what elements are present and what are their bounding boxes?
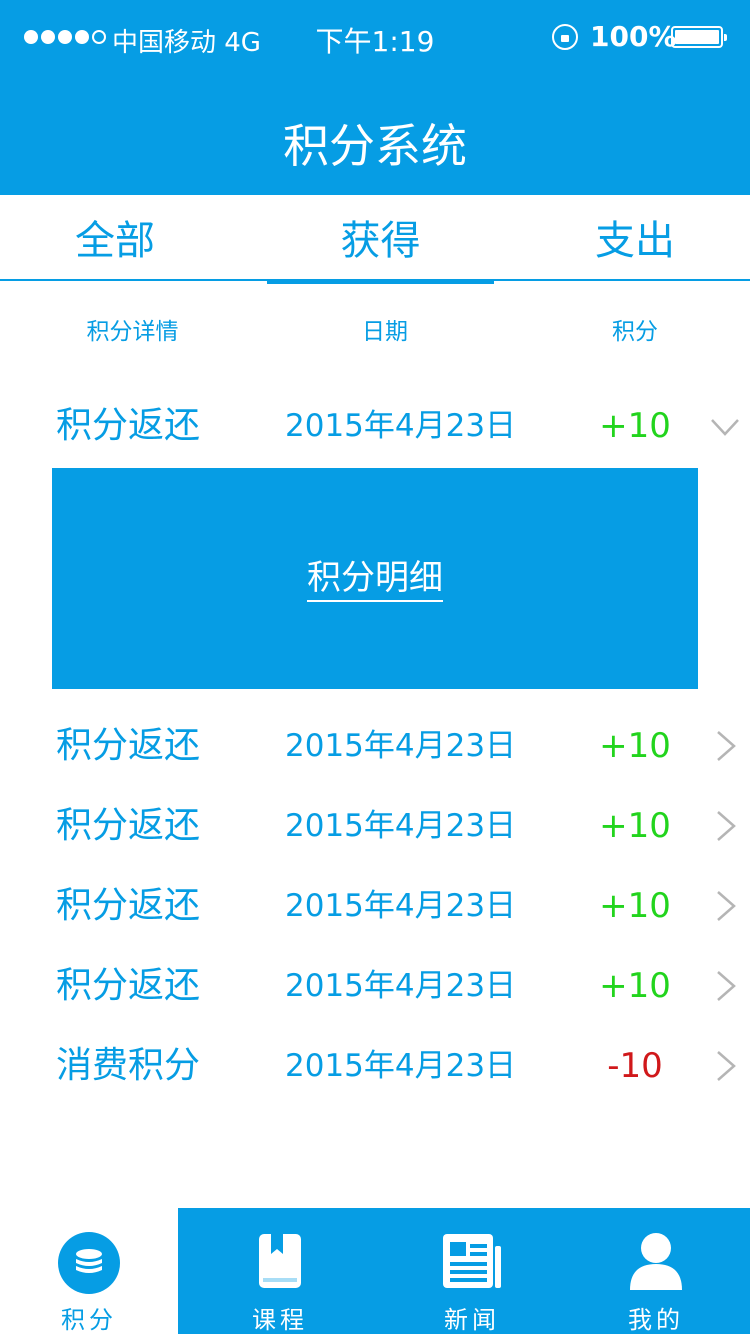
row-points: +10 <box>599 886 671 926</box>
chevron-right-icon[interactable] <box>710 968 740 1004</box>
tab-spend[interactable]: 支出 <box>550 195 720 281</box>
row-date: 2015年4月23日 <box>285 888 517 924</box>
list-row-expanded[interactable]: 积分返还 2015年4月23日 +10 <box>0 396 750 456</box>
row-description: 积分返还 <box>56 965 201 1006</box>
row-date: 2015年4月23日 <box>285 808 517 844</box>
nav-label-points: 积分 <box>61 1306 117 1334</box>
row-date: 2015年4月23日 <box>285 968 517 1004</box>
row-description: 积分返还 <box>56 405 201 446</box>
nav-label-news: 新闻 <box>444 1306 500 1334</box>
tab-earned[interactable]: 获得 <box>267 195 494 281</box>
nav-item-mine[interactable]: 我的 <box>562 1208 750 1334</box>
nav-item-points[interactable]: 积分 <box>0 1208 178 1334</box>
row-description: 消费积分 <box>56 1045 201 1086</box>
row-points: +10 <box>599 966 671 1006</box>
nav-item-course[interactable]: 课程 <box>178 1208 382 1334</box>
chevron-right-icon[interactable] <box>710 808 740 844</box>
battery-percent: 100% <box>590 20 677 53</box>
nav-label-course: 课程 <box>252 1306 308 1334</box>
row-description: 积分返还 <box>56 885 201 926</box>
row-date: 2015年4月23日 <box>285 728 517 764</box>
list-row[interactable]: 积分返还 2015年4月23日 +10 <box>0 956 750 1016</box>
chevron-right-icon[interactable] <box>710 1048 740 1084</box>
chevron-right-icon[interactable] <box>710 728 740 764</box>
nav-item-news[interactable]: 新闻 <box>382 1208 562 1334</box>
list-row[interactable]: 积分返还 2015年4月23日 +10 <box>0 876 750 936</box>
tab-all[interactable]: 全部 <box>30 195 200 281</box>
user-icon <box>630 1233 682 1290</box>
newspaper-icon <box>443 1234 501 1288</box>
row-points: +10 <box>599 806 671 846</box>
coin-stack-icon <box>58 1232 120 1294</box>
row-description: 积分返还 <box>56 805 201 846</box>
chevron-down-icon[interactable] <box>710 408 740 444</box>
column-header-date: 日期 <box>362 319 408 345</box>
row-points: +10 <box>599 406 671 446</box>
list-row[interactable]: 消费积分 2015年4月23日 -10 <box>0 1036 750 1096</box>
points-detail-link[interactable]: 积分明细 <box>52 468 698 689</box>
points-detail-panel: 积分明细 <box>52 468 698 689</box>
column-header-detail: 积分详情 <box>86 319 179 345</box>
battery-icon <box>671 26 727 48</box>
row-points: -10 <box>607 1046 663 1086</box>
row-date: 2015年4月23日 <box>285 408 517 444</box>
list-row[interactable]: 积分返还 2015年4月23日 +10 <box>0 796 750 856</box>
page-title: 积分系统 <box>283 119 467 173</box>
active-tab-indicator <box>267 279 494 284</box>
app-header: 中国移动 4G 下午1:19 100% 积分系统 <box>0 0 750 195</box>
chevron-right-icon[interactable] <box>710 888 740 924</box>
row-points: +10 <box>599 726 671 766</box>
bookmark-book-icon <box>259 1234 301 1288</box>
status-bar: 中国移动 4G 下午1:19 100% <box>0 0 750 74</box>
nav-label-mine: 我的 <box>628 1306 684 1334</box>
bottom-nav: 积分 课程 新闻 我的 <box>0 1208 750 1334</box>
list-row[interactable]: 积分返还 2015年4月23日 +10 <box>0 716 750 776</box>
column-header-points: 积分 <box>612 319 658 345</box>
points-detail-link-label[interactable]: 积分明细 <box>307 558 443 602</box>
orientation-lock-icon <box>552 24 578 50</box>
row-date: 2015年4月23日 <box>285 1048 517 1084</box>
filter-tabs: 全部 获得 支出 <box>0 195 750 284</box>
row-description: 积分返还 <box>56 725 201 766</box>
